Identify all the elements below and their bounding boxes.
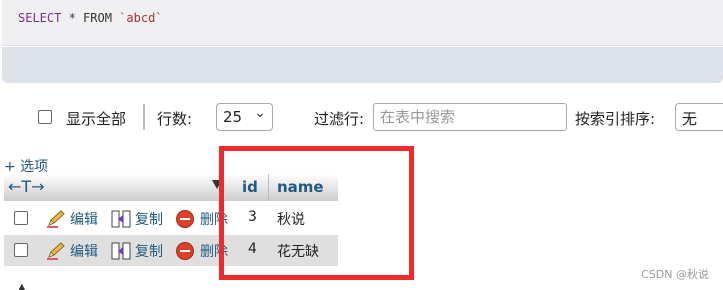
column-arrows-icon[interactable]: ←T→ — [8, 177, 45, 196]
chevron-down-icon: ⌄ — [254, 105, 266, 121]
filter-search-input[interactable] — [373, 103, 567, 131]
rows-select-value: 25 — [223, 108, 243, 126]
sql-star: * — [61, 11, 84, 25]
navigation-toolbar: 显示全部 行数: 25 ⌄ 过滤行: 按索引排序: 无 — [0, 100, 723, 136]
rows-label: 行数: — [157, 110, 193, 128]
sql-table-name: `abcd` — [111, 11, 163, 25]
copy-icon[interactable] — [110, 241, 132, 261]
copy-link[interactable]: 复制 — [135, 241, 163, 261]
watermark: CSDN @秋说 — [641, 268, 709, 281]
row-checkbox[interactable] — [14, 243, 28, 257]
sql-query-footer — [2, 47, 723, 83]
toolbar-divider — [143, 104, 145, 130]
edit-link[interactable]: 编辑 — [70, 209, 98, 229]
sql-keyword-from: FROM — [83, 11, 112, 25]
sort-by-key-label: 按索引排序: — [575, 110, 656, 128]
sql-query-box: SELECT * FROM `abcd` — [2, 0, 723, 46]
delete-icon[interactable] — [176, 242, 194, 260]
options-link[interactable]: + 选项 — [4, 156, 48, 176]
show-all-label: 显示全部 — [66, 110, 127, 128]
sort-by-key-select[interactable]: 无 — [675, 103, 723, 131]
copy-icon[interactable] — [110, 209, 132, 229]
edit-link[interactable]: 编辑 — [70, 241, 98, 261]
sql-query-text: SELECT * FROM `abcd` — [18, 11, 163, 25]
copy-link[interactable]: 复制 — [135, 209, 163, 229]
bottom-arrow-icon: ▲ — [18, 282, 26, 290]
rows-select[interactable]: 25 ⌄ — [216, 103, 273, 131]
filter-label: 过滤行: — [314, 110, 365, 128]
row-checkbox[interactable] — [14, 211, 28, 225]
pencil-icon[interactable] — [46, 210, 66, 228]
show-all-checkbox[interactable] — [38, 110, 52, 124]
delete-icon[interactable] — [176, 210, 194, 228]
sort-by-key-value: 无 — [682, 110, 698, 128]
highlight-annotation-box — [219, 146, 414, 280]
pencil-icon[interactable] — [46, 242, 66, 260]
sql-keyword-select: SELECT — [18, 11, 62, 25]
